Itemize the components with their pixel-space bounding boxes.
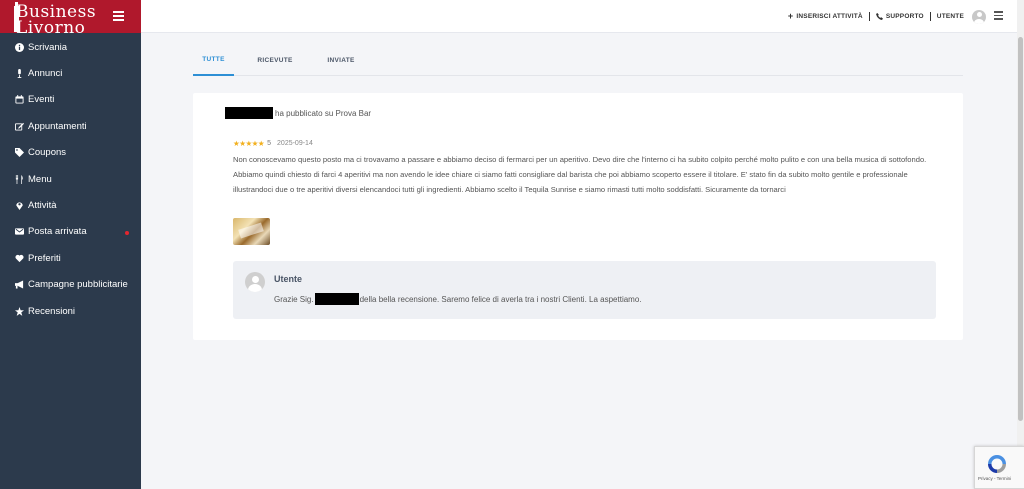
top-actions: + INSERISCI ATTIVITÀ SUPPORTO UTENTE	[788, 0, 1003, 33]
reply-suffix: della bella recensione. Saremo felice di…	[359, 294, 642, 304]
sidebar-nav: Scrivania Annunci Eventi Appuntamenti Co…	[0, 33, 141, 324]
recaptcha-icon	[988, 455, 1006, 473]
sidebar-item-menu[interactable]: Menu	[0, 166, 141, 192]
user-avatar-icon[interactable]	[972, 9, 986, 24]
reply-prefix: Grazie Sig.	[274, 294, 314, 304]
divider	[868, 12, 870, 21]
sidebar-item-label: Posta arrivata	[28, 226, 87, 238]
brand-logo[interactable]: Business Livorno	[16, 4, 96, 34]
tags-icon	[14, 148, 24, 158]
sidebar-item-label: Preferiti	[28, 252, 61, 264]
topbar: + INSERISCI ATTIVITÀ SUPPORTO UTENTE	[141, 0, 1017, 33]
envelope-icon	[14, 227, 24, 237]
sidebar-item-label: Annunci	[28, 68, 63, 80]
brand-line2: Livorno	[16, 18, 86, 34]
sidebar-item-recensioni[interactable]: Recensioni	[0, 298, 141, 324]
brand-header: Business Livorno	[0, 0, 141, 33]
bullhorn-icon	[14, 280, 24, 290]
user-menu[interactable]: UTENTE	[936, 9, 986, 24]
review-card: ha pubblicato su Prova Bar ★★★★★ 5 2025-…	[193, 93, 963, 340]
sidebar-item-eventi[interactable]: Eventi	[0, 87, 141, 113]
sidebar-item-label: Attività	[28, 200, 57, 212]
reply-avatar-icon	[245, 272, 265, 292]
rating-value: 5	[267, 140, 272, 147]
review-header: ha pubblicato su Prova Bar	[225, 107, 371, 119]
sidebar: Business Livorno Scrivania Annunci Event…	[0, 0, 141, 489]
rating-line: ★★★★★ 5 2025-09-14	[233, 139, 313, 148]
user-label: UTENTE	[936, 13, 964, 20]
sidebar-item-label: Scrivania	[28, 41, 68, 53]
divider	[929, 12, 931, 21]
phone-icon	[875, 13, 883, 20]
review-date: 2025-09-14	[277, 140, 313, 147]
edit-icon	[14, 121, 24, 131]
map-marker-icon	[14, 201, 24, 211]
sidebar-item-campagne-pubblicitarie[interactable]: Campagne pubblicitarie	[0, 272, 141, 298]
tab-tutte[interactable]: TUTTE	[193, 44, 234, 76]
sidebar-item-scrivania[interactable]: Scrivania	[0, 34, 141, 60]
heart-icon	[14, 253, 24, 263]
star-icon	[14, 306, 24, 316]
hamburger-menu-icon[interactable]	[994, 11, 1003, 22]
review-body: Non conoscevamo questo posto ma ci trova…	[233, 155, 927, 194]
review-photo-thumbnail[interactable]	[233, 218, 270, 245]
plus-icon: +	[787, 11, 794, 21]
star-rating-icon: ★★★★★	[233, 139, 265, 148]
sidebar-item-appuntamenti[interactable]: Appuntamenti	[0, 113, 141, 139]
recaptcha-text[interactable]: Privacy - Termini	[978, 476, 1011, 481]
sidebar-item-attivita[interactable]: Attività	[0, 192, 141, 218]
utensils-icon	[14, 174, 24, 184]
sidebar-toggle-icon[interactable]	[113, 11, 124, 21]
sidebar-item-coupons[interactable]: Coupons	[0, 140, 141, 166]
sidebar-item-preferiti[interactable]: Preferiti	[0, 245, 141, 271]
sidebar-item-label: Menu	[28, 173, 52, 185]
calendar-icon	[14, 95, 24, 105]
support-label: SUPPORTO	[885, 13, 924, 20]
recaptcha-badge[interactable]: Privacy - Termini	[974, 446, 1024, 489]
review-tabs: TUTTE RICEVUTE INVIATE	[193, 44, 963, 76]
sidebar-item-label: Campagne pubblicitarie	[28, 279, 128, 291]
info-icon	[14, 42, 24, 52]
scrollbar-thumb[interactable]	[1018, 37, 1023, 421]
tab-ricevute[interactable]: RICEVUTE	[255, 44, 295, 76]
page-scrollbar[interactable]	[1017, 0, 1024, 489]
owner-reply: Utente Grazie Sig. della bella recension…	[233, 261, 936, 319]
sidebar-item-posta-arrivata[interactable]: Posta arrivata	[0, 219, 141, 245]
reply-message: Grazie Sig. della bella recensione. Sare…	[274, 293, 642, 305]
published-text: ha pubblicato su Prova Bar	[275, 108, 372, 118]
sidebar-item-annunci[interactable]: Annunci	[0, 60, 141, 86]
sidebar-item-label: Recensioni	[28, 305, 75, 317]
support-link[interactable]: SUPPORTO	[875, 13, 924, 20]
sidebar-item-label: Appuntamenti	[28, 120, 87, 132]
reply-author: Utente	[274, 274, 303, 284]
sidebar-item-label: Eventi	[28, 94, 55, 106]
add-listing-label: INSERISCI ATTIVITÀ	[796, 13, 863, 20]
sidebar-item-label: Coupons	[28, 147, 67, 159]
add-listing-link[interactable]: + INSERISCI ATTIVITÀ	[788, 12, 863, 21]
redacted-name	[225, 107, 273, 119]
tab-inviate[interactable]: INVIATE	[323, 44, 359, 76]
unread-badge	[125, 230, 129, 235]
microphone-icon	[14, 69, 24, 79]
redacted-name	[314, 293, 359, 305]
